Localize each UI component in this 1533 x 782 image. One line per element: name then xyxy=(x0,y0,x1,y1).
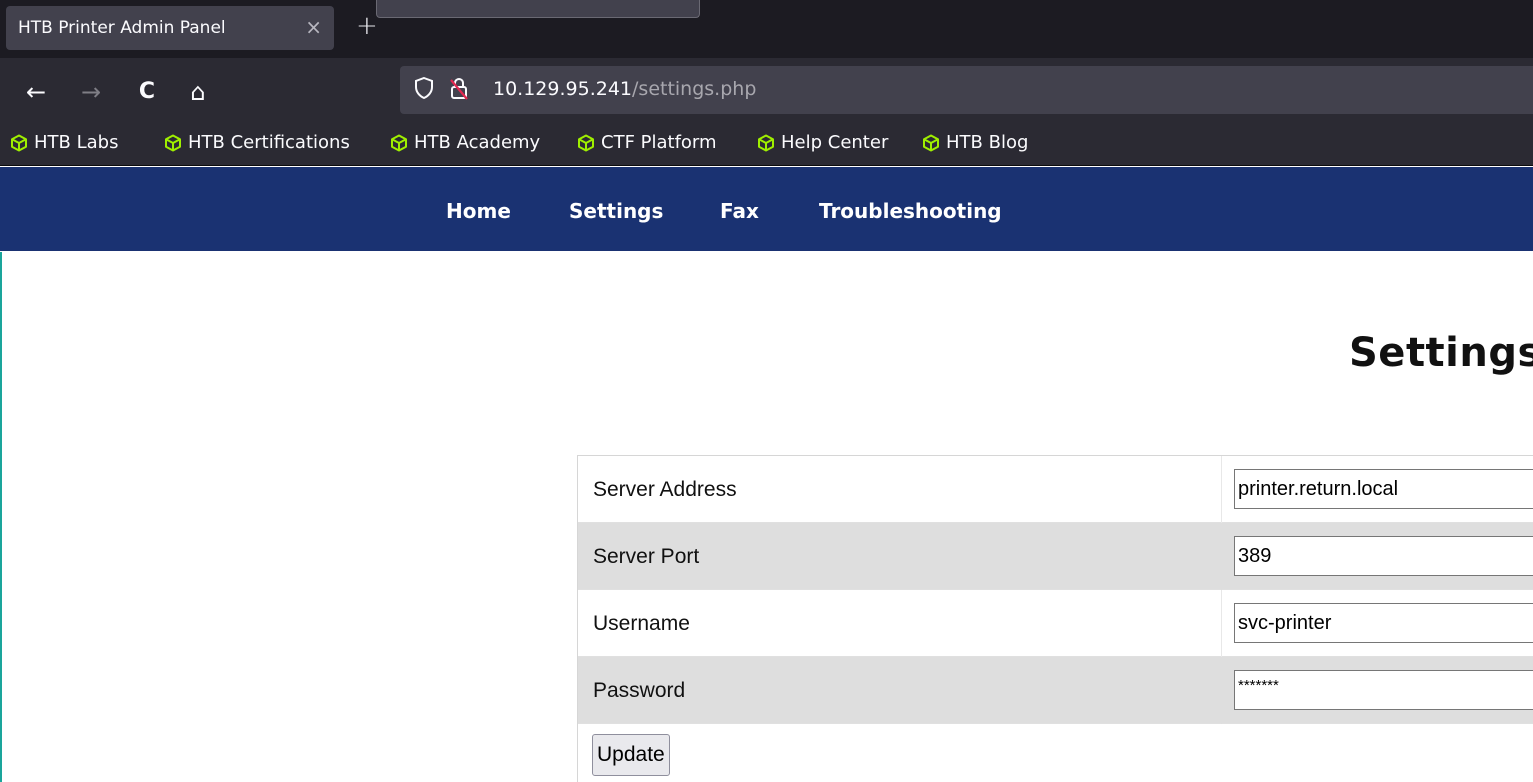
cell-divider xyxy=(1221,523,1222,590)
form-row-username: Username svc-printer xyxy=(578,590,1533,657)
url-path: /settings.php xyxy=(632,78,757,100)
browser-tab[interactable]: HTB Printer Admin Panel × xyxy=(6,6,334,50)
insecure-lock-icon[interactable] xyxy=(448,77,470,101)
htb-cube-icon xyxy=(165,134,181,151)
bookmark-label: CTF Platform xyxy=(601,132,717,153)
bookmark-htb-blog[interactable]: HTB Blog xyxy=(922,132,1028,153)
bookmark-help-center[interactable]: Help Center xyxy=(757,132,888,153)
form-row-server-port: Server Port 389 xyxy=(578,523,1533,590)
nav-link-fax[interactable]: Fax xyxy=(720,199,759,223)
bookmark-label: HTB Academy xyxy=(414,132,541,153)
tab-title: HTB Printer Admin Panel xyxy=(18,18,226,38)
home-button[interactable]: ⌂ xyxy=(182,72,214,112)
server-port-label: Server Port xyxy=(593,545,700,568)
url-host: 10.129.95.241 xyxy=(493,78,633,100)
bookmark-label: HTB Blog xyxy=(946,132,1029,153)
htb-cube-icon xyxy=(11,134,27,151)
browser-navigation-bar: ← → C ⌂ 10.129.95.241/settings.php xyxy=(0,58,1533,124)
url-bar[interactable]: 10.129.95.241/settings.php xyxy=(400,66,1533,114)
server-address-label: Server Address xyxy=(593,478,737,501)
htb-cube-icon xyxy=(391,134,407,151)
htb-cube-icon xyxy=(578,134,594,151)
cell-divider xyxy=(1221,590,1222,657)
password-input[interactable]: ******* xyxy=(1234,670,1533,710)
htb-cube-icon xyxy=(923,134,939,151)
server-address-input[interactable]: printer.return.local xyxy=(1234,469,1533,509)
username-input[interactable]: svc-printer xyxy=(1234,603,1533,643)
bookmark-label: HTB Labs xyxy=(34,132,119,153)
forward-button[interactable]: → xyxy=(75,72,107,112)
bookmarks-toolbar: HTB Labs HTB Certifications HTB Academy … xyxy=(0,124,1533,166)
bookmark-ctf-platform[interactable]: CTF Platform xyxy=(577,132,717,153)
browser-tab-bar: HTB Printer Admin Panel × + xyxy=(0,0,1533,58)
update-button[interactable]: Update xyxy=(592,734,670,776)
reload-button[interactable]: C xyxy=(131,72,163,112)
server-port-input[interactable]: 389 xyxy=(1234,536,1533,576)
password-label: Password xyxy=(593,679,686,702)
bookmark-htb-certifications[interactable]: HTB Certifications xyxy=(164,132,350,153)
settings-form: Server Address printer.return.local Serv… xyxy=(577,455,1533,782)
form-row-submit: Update xyxy=(578,724,1533,782)
nav-link-settings[interactable]: Settings xyxy=(569,199,663,223)
url-text[interactable]: 10.129.95.241/settings.php xyxy=(493,78,756,100)
form-row-server-address: Server Address printer.return.local xyxy=(578,456,1533,523)
page-edge-accent xyxy=(0,252,2,782)
nav-link-home[interactable]: Home xyxy=(446,199,511,223)
page-title: Settings xyxy=(1349,330,1533,376)
bookmark-htb-academy[interactable]: HTB Academy xyxy=(390,132,540,153)
bookmark-htb-labs[interactable]: HTB Labs xyxy=(10,132,118,153)
tab-close-icon[interactable]: × xyxy=(305,15,322,39)
cell-divider xyxy=(1221,456,1222,523)
bookmark-label: HTB Certifications xyxy=(188,132,350,153)
tab-tooltip xyxy=(376,0,700,18)
site-nav-bar: Home Settings Fax Troubleshooting xyxy=(0,167,1533,251)
shield-icon[interactable] xyxy=(414,77,434,99)
form-row-password: Password ******* xyxy=(578,657,1533,724)
nav-link-troubleshooting[interactable]: Troubleshooting xyxy=(819,199,1002,223)
cell-divider xyxy=(1221,657,1222,724)
back-button[interactable]: ← xyxy=(20,72,52,112)
htb-cube-icon xyxy=(758,134,774,151)
new-tab-button[interactable]: + xyxy=(356,8,378,44)
username-label: Username xyxy=(593,612,690,635)
bookmark-label: Help Center xyxy=(781,132,889,153)
